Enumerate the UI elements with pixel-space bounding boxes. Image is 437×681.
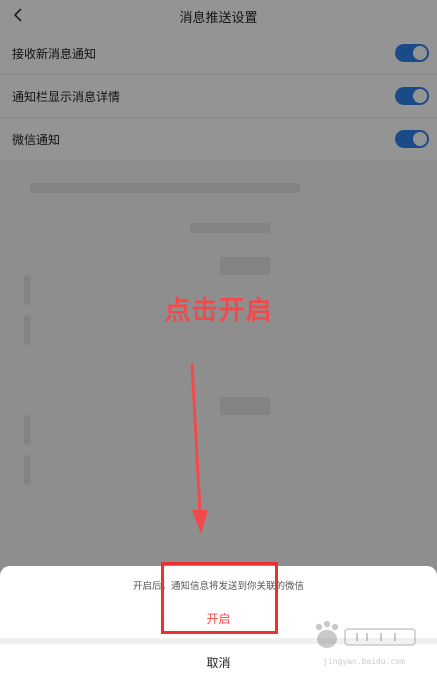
baidu-paw-logo-icon [315,620,416,648]
annotation-arrow-icon [178,362,218,541]
baidu-jingyan-watermark: jingyan.baidu.com [309,619,419,671]
annotation-highlight-box [161,562,278,634]
annotation-callout: 点击开启 [164,296,273,326]
watermark-url: jingyan.baidu.com [323,657,405,666]
